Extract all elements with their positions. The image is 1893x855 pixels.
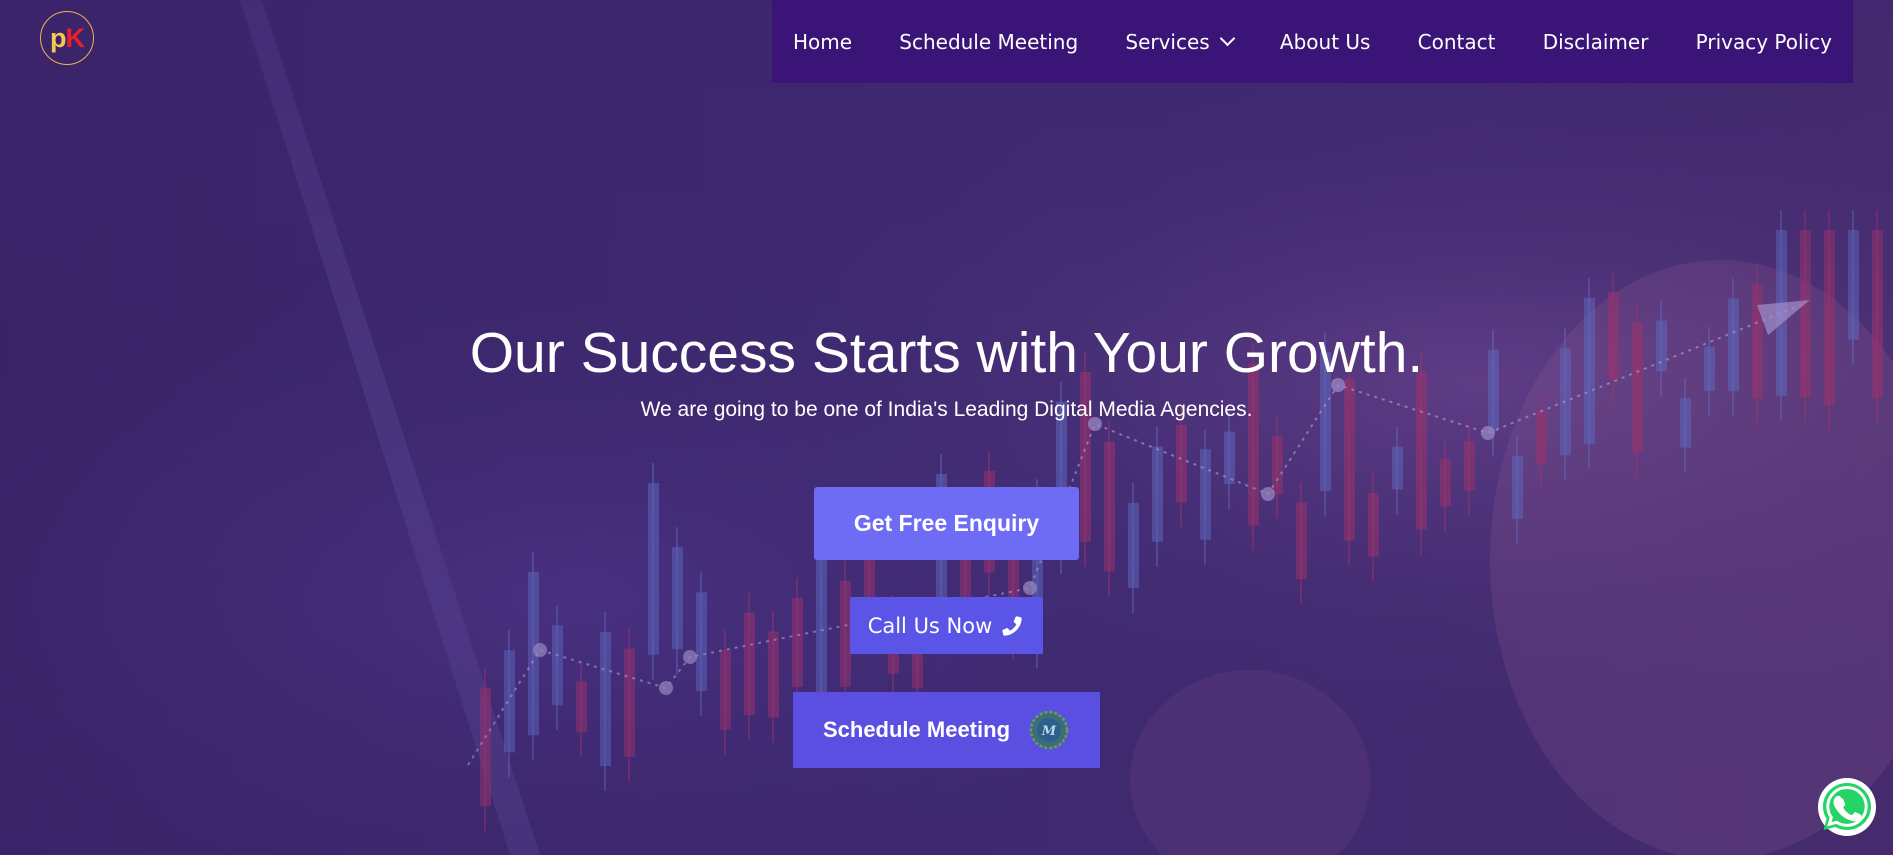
get-free-enquiry-button[interactable]: Get Free Enquiry xyxy=(814,487,1079,560)
nav-item-about-us[interactable]: About Us xyxy=(1280,30,1371,54)
nav-item-privacy-policy[interactable]: Privacy Policy xyxy=(1696,30,1832,54)
schedule-meeting-button[interactable]: Schedule Meeting M xyxy=(793,692,1100,768)
chevron-down-icon xyxy=(1219,30,1235,47)
nav-item-disclaimer[interactable]: Disclaimer xyxy=(1543,30,1649,54)
nav-item-services[interactable]: Services xyxy=(1125,29,1235,54)
nav-item-services-label: Services xyxy=(1125,29,1210,54)
hero-subheadline: We are going to be one of India's Leadin… xyxy=(640,398,1253,421)
main-navigation: Home Schedule Meeting Services About Us … xyxy=(772,0,1853,83)
logo-letter-k: K xyxy=(65,22,85,53)
nav-item-contact[interactable]: Contact xyxy=(1418,30,1496,54)
nav-item-home[interactable]: Home xyxy=(793,30,852,54)
page: pK Home Schedule Meeting Services About … xyxy=(0,0,1893,855)
phone-icon xyxy=(1002,615,1022,636)
meeting-logo-icon: M xyxy=(1029,710,1069,750)
schedule-meeting-label: Schedule Meeting xyxy=(822,717,1011,742)
call-us-now-button[interactable]: Call Us Now xyxy=(850,597,1043,654)
whatsapp-icon[interactable] xyxy=(1816,776,1878,838)
logo-letter-p: p xyxy=(50,22,66,53)
hero-headline: Our Success Starts with Your Growth. xyxy=(469,321,1424,385)
call-us-now-label: Call Us Now xyxy=(867,613,993,638)
svg-text:M: M xyxy=(1041,724,1057,739)
brand-logo[interactable]: pK xyxy=(40,11,94,65)
nav-item-schedule-meeting[interactable]: Schedule Meeting xyxy=(899,30,1078,54)
